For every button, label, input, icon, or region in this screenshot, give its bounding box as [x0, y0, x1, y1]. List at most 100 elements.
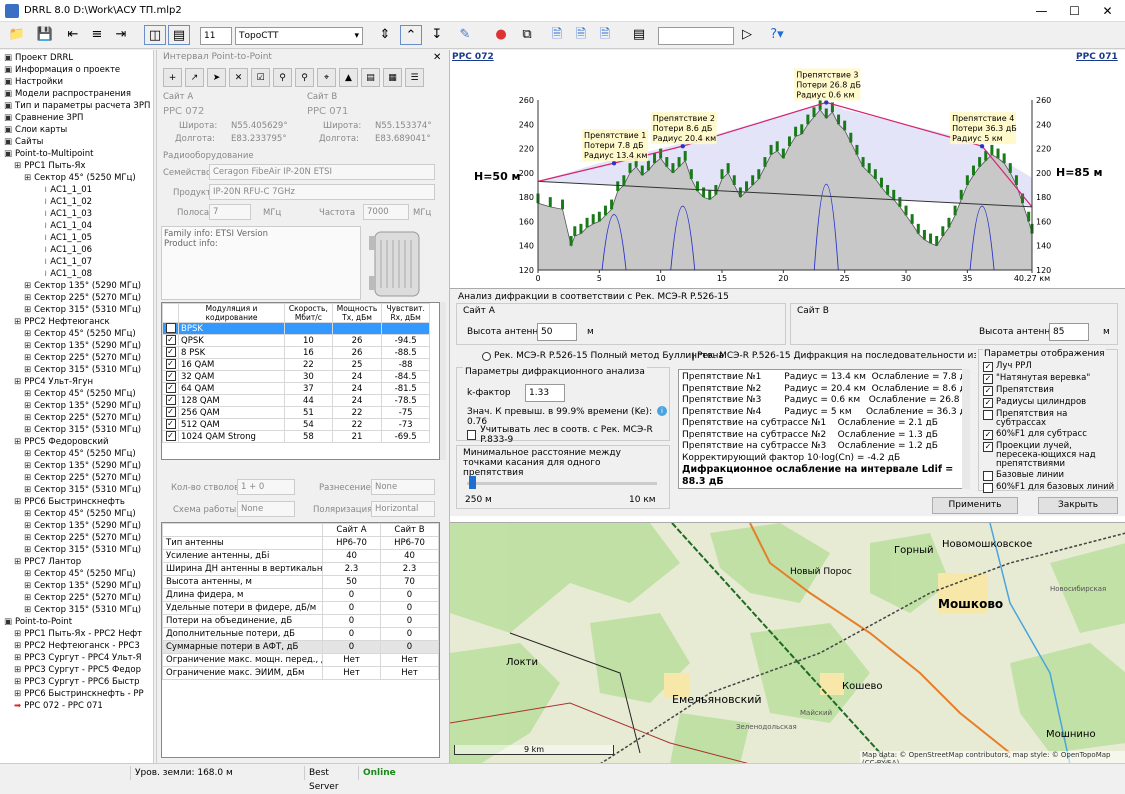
- style-combo[interactable]: ТороСТТ ▾: [235, 27, 363, 45]
- tree-item[interactable]: ⊞ Сектор 45° (5250 МГц): [0, 448, 153, 460]
- tree-item[interactable]: ➡ РРС 072 - РРС 071: [0, 700, 153, 712]
- ant-h-a-input[interactable]: 50: [537, 323, 577, 341]
- tree-item[interactable]: ▣ Информация о проекте: [0, 64, 153, 76]
- report-icon[interactable]: ▤: [361, 68, 380, 87]
- map-view[interactable]: Горный Новомошковское Новый Порос Мошков…: [450, 522, 1125, 763]
- pin-edit-icon[interactable]: ⚲: [295, 68, 314, 87]
- tree-item[interactable]: ⊞ Сектор 135° (5290 МГц): [0, 460, 153, 472]
- param-row[interactable]: Ограничение макс. мощн. перед., дБм Нет Не…: [162, 653, 439, 667]
- close-button[interactable]: Закрыть: [1038, 497, 1118, 514]
- mod-row[interactable]: ✓ 8 PSK 16 26 -88.5: [162, 346, 430, 359]
- slider-thumb[interactable]: [469, 476, 476, 489]
- tree-item[interactable]: ⊞ Сектор 135° (5290 МГц): [0, 400, 153, 412]
- tree-item[interactable]: ▣ Слои карты: [0, 124, 153, 136]
- tree-item[interactable]: ≀ АС1_1_01: [0, 184, 153, 196]
- tree-item[interactable]: ▣ Модели распространения: [0, 88, 153, 100]
- tree-item[interactable]: ⊞ Сектор 225° (5270 МГц): [0, 472, 153, 484]
- tree-item[interactable]: ⊞ Сектор 45° (5250 МГц): [0, 328, 153, 340]
- family-select[interactable]: Ceragon FibeAir IP-20N ETSI: [209, 164, 435, 180]
- tree-item[interactable]: ▣ Проект DRRL: [0, 52, 153, 64]
- tree-item[interactable]: ⊞ РРС1 Пыть-Ях - РРС2 Нефт: [0, 628, 153, 640]
- mod-checkbox[interactable]: ✓: [162, 358, 179, 371]
- table-icon[interactable]: ▦: [383, 68, 402, 87]
- tree-item[interactable]: ⊞ Сектор 315° (5310 МГц): [0, 544, 153, 556]
- param-row[interactable]: Усиление антенны, дБi 40 40: [162, 549, 439, 563]
- delete-icon[interactable]: ✕: [229, 68, 248, 87]
- display-option[interactable]: ✓ Препятствия: [983, 386, 1117, 396]
- mod-row[interactable]: ✓ 1024 QAM Strong 58 21 -69.5: [162, 430, 430, 443]
- mod-row[interactable]: ✓ 16 QAM 22 25 -88: [162, 358, 430, 371]
- param-row[interactable]: Суммарные потери в АФТ, дБ 0 0: [162, 640, 439, 654]
- export-csv-icon[interactable]: 🗎: [546, 25, 568, 45]
- tree-item[interactable]: ⊞ Сектор 315° (5310 МГц): [0, 364, 153, 376]
- grid-icon[interactable]: ▤: [628, 25, 650, 45]
- tree-item[interactable]: ⊞ Сектор 315° (5310 МГц): [0, 304, 153, 316]
- tree-item[interactable]: ⊞ РРС7 Лантор: [0, 556, 153, 568]
- display-option[interactable]: ✓ Радиусы цилиндров: [983, 398, 1117, 408]
- target-icon[interactable]: ⌖: [317, 68, 336, 87]
- move-icon[interactable]: ➤: [207, 68, 226, 87]
- tree-item[interactable]: ≀ АС1_1_07: [0, 256, 153, 268]
- display-option[interactable]: ✓ Проекции лучей, пересека-ющихся над пре…: [983, 442, 1117, 469]
- add-icon[interactable]: +: [163, 68, 182, 87]
- export-html-icon[interactable]: 🗎: [594, 25, 616, 45]
- param-row[interactable]: Длина фидера, м00: [162, 588, 439, 602]
- tree-item[interactable]: ⊞ Сектор 135° (5290 МГц): [0, 280, 153, 292]
- tree-item[interactable]: ⊞ РРС4 Ульт-Ягун: [0, 376, 153, 388]
- maximize-icon[interactable]: ☐: [1058, 0, 1091, 22]
- tree-item[interactable]: ⊞ Сектор 45° (5250 МГц): [0, 508, 153, 520]
- mod-row[interactable]: ✓ 512 QAM 54 22 -73: [162, 418, 430, 431]
- param-row[interactable]: Потери на объединение, дБ 0 0: [162, 614, 439, 628]
- tree-item[interactable]: ⊞ Сектор 45° (5250 МГц): [0, 388, 153, 400]
- param-row[interactable]: Удельные потери в фидере, дБ/м 0 0: [162, 601, 439, 615]
- param-row[interactable]: Тип антенны HP6-70 HP6-70: [162, 536, 439, 550]
- check-icon[interactable]: ☑: [251, 68, 270, 87]
- tree-item[interactable]: ▣ Тип и параметры расчета ЗРП: [0, 100, 153, 112]
- tree-item[interactable]: ⊞ Сектор 45° (5250 МГц): [0, 568, 153, 580]
- align-right-icon[interactable]: ⇥: [110, 25, 132, 45]
- download-icon[interactable]: ↧: [426, 25, 448, 45]
- tree-item[interactable]: ⊞ Сектор 135° (5290 МГц): [0, 340, 153, 352]
- play-icon[interactable]: ▷: [736, 25, 758, 45]
- tree-item[interactable]: ▣ Настройки: [0, 76, 153, 88]
- display-option[interactable]: 60%F1 для базовых линий: [983, 483, 1117, 493]
- tree-item[interactable]: ⊞ РРС3 Сургут - РРС4 Ульт-Я: [0, 652, 153, 664]
- display-option[interactable]: ✓ 60%F1 для субтрасс: [983, 430, 1117, 440]
- add-window-icon[interactable]: ⧉: [516, 25, 538, 45]
- tree-item[interactable]: ⊞ Сектор 225° (5270 МГц): [0, 352, 153, 364]
- mod-row[interactable]: ✓ BPSK: [162, 322, 430, 335]
- panel-close-icon[interactable]: ✕: [433, 52, 441, 63]
- mod-checkbox[interactable]: ✓: [162, 370, 179, 383]
- mod-checkbox[interactable]: ✓: [162, 430, 179, 443]
- tree-item[interactable]: ⊞ Сектор 225° (5270 МГц): [0, 532, 153, 544]
- tree-item[interactable]: ⊞ РРС3 Сургут - РРС6 Быстр: [0, 676, 153, 688]
- param-row[interactable]: Высота антенны, м 50 70: [162, 575, 439, 589]
- tree-item[interactable]: ⊞ РРС1 Пыть-Ях: [0, 160, 153, 172]
- tree-item[interactable]: ⊞ Сектор 225° (5270 МГц): [0, 412, 153, 424]
- mod-scrollbar[interactable]: [440, 302, 446, 460]
- edit-icon[interactable]: ↗: [185, 68, 204, 87]
- param-row[interactable]: Ширина ДН антенны в вертикальной 2.3 2.3: [162, 562, 439, 576]
- close-icon[interactable]: ✕: [1091, 0, 1124, 22]
- ruler-icon[interactable]: ✎: [454, 25, 476, 45]
- ant-h-b-input[interactable]: 85: [1049, 323, 1089, 341]
- tree-item[interactable]: ⊞ Сектор 225° (5270 МГц): [0, 292, 153, 304]
- tree-item[interactable]: ⊞ РРС6 Быстринскнефть - РР: [0, 688, 153, 700]
- param-row[interactable]: Дополнительные потери, дБ 0 0: [162, 627, 439, 641]
- tree-item[interactable]: ⊞ РРС6 Быстринскнефть: [0, 496, 153, 508]
- layout-h-icon[interactable]: ▤: [168, 25, 190, 45]
- mod-row[interactable]: ✓ QPSK 10 26 -94.5: [162, 334, 430, 347]
- tree-item[interactable]: ≀ АС1_1_05: [0, 232, 153, 244]
- tree-item[interactable]: ▣ Сравнение ЗРП: [0, 112, 153, 124]
- document-icon[interactable]: ☰: [405, 68, 424, 87]
- tree-item[interactable]: ⊞ РРС5 Федоровский: [0, 436, 153, 448]
- colors-icon[interactable]: ●: [490, 25, 512, 45]
- tree-item[interactable]: ▣ Point-to-Point: [0, 616, 153, 628]
- tree-item[interactable]: ⊞ Сектор 135° (5290 МГц): [0, 520, 153, 532]
- mod-checkbox[interactable]: ✓: [162, 346, 179, 359]
- tree-item[interactable]: ⊞ Сектор 315° (5310 МГц): [0, 424, 153, 436]
- mod-row[interactable]: ✓ 128 QAM 44 24 -78.5: [162, 394, 430, 407]
- tree-item[interactable]: ≀ АС1_1_02: [0, 196, 153, 208]
- search-input[interactable]: [658, 27, 734, 45]
- tree-item[interactable]: ⊞ Сектор 45° (5250 МГц): [0, 172, 153, 184]
